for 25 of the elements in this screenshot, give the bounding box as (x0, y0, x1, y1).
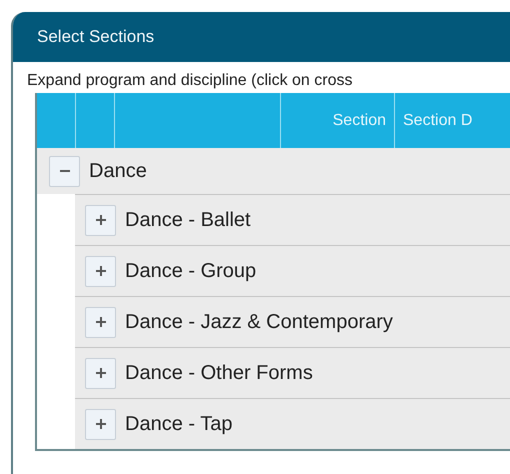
tree-label: Dance (89, 160, 147, 182)
tree-row[interactable]: Dance - Jazz & Contemporary (75, 296, 510, 347)
expand-button[interactable] (85, 204, 116, 236)
tree-row[interactable]: Dance (37, 148, 510, 194)
tree-label: Dance - Tap (125, 412, 232, 436)
plus-icon (94, 418, 106, 430)
expand-button[interactable] (85, 306, 116, 338)
plus-icon (94, 316, 106, 328)
plus-icon (94, 265, 106, 277)
tree-row[interactable]: Dance - Group (75, 245, 510, 296)
instruction-text: Expand program and discipline (click on cross (26, 71, 354, 91)
expand-button[interactable] (85, 408, 116, 440)
tree-label: Dance - Group (125, 260, 256, 282)
tree-label: Dance - Ballet (125, 208, 251, 232)
tree-row[interactable]: Dance - Ballet (75, 194, 510, 245)
collapse-button[interactable] (49, 156, 80, 186)
panel-title: Select Sections (37, 27, 154, 47)
tree-label: Dance - Jazz & Contemporary (125, 310, 393, 334)
plus-icon (94, 367, 106, 379)
tree-row[interactable]: Dance - Other Forms (75, 347, 510, 398)
tree-row[interactable]: Dance - Tap (75, 398, 510, 449)
expand-button[interactable] (85, 358, 116, 388)
expand-button[interactable] (85, 256, 116, 286)
tree-label: Dance - Other Forms (125, 362, 313, 384)
plus-icon (94, 214, 106, 226)
